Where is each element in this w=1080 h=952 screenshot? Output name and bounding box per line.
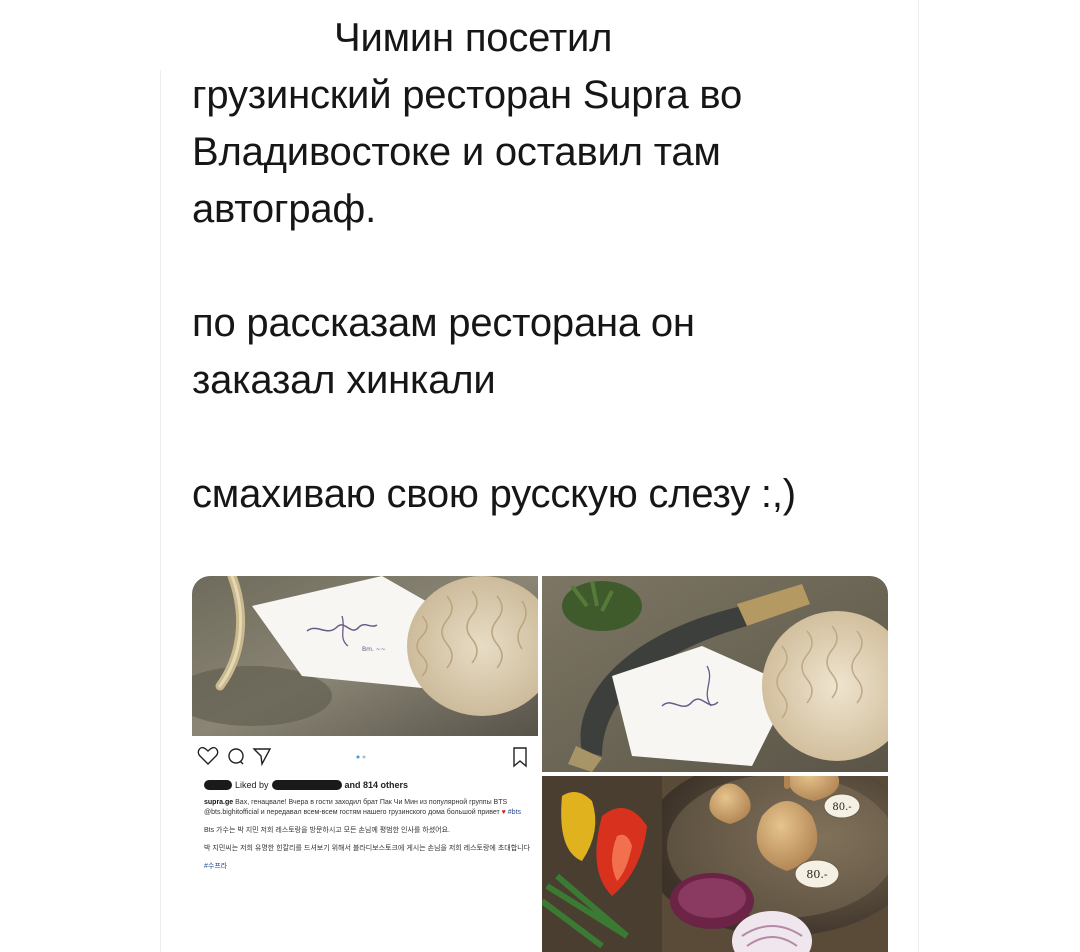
tweet-line: смахиваю свою русскую слезу :,)	[192, 472, 796, 516]
tweet-media-grid[interactable]: Bm. ~~ Liked by and 814 others supra.ge …	[192, 576, 888, 952]
instagram-caption: supra.ge Вах, генацвале! Вчера в гости з…	[204, 799, 532, 872]
tweet-line: Чимин посетил	[334, 16, 613, 60]
tweet-text: Чимин посетил грузинский ресторан Supra …	[192, 10, 892, 523]
media-tile-khinkali[interactable]: 80.- 80.-	[542, 776, 888, 952]
caption-ko-1: Bts 가수는 박 지민 저희 레스토랑을 방문하시고 모든 손님께 평범한 인…	[204, 827, 450, 834]
price-tag: 80.-	[823, 793, 861, 819]
liked-by-prefix: Liked by	[235, 780, 269, 790]
tweet-line: Владивостоке и оставил там	[192, 130, 721, 174]
tweet-line: автограф.	[192, 187, 377, 231]
caption-ru: Вах, генацвале! Вчера в гости заходил бр…	[204, 799, 508, 816]
horn-autograph-photo	[542, 576, 888, 772]
card-border-right	[918, 0, 919, 952]
svg-text:80.-: 80.-	[806, 868, 827, 881]
share-icon[interactable]	[252, 748, 272, 767]
svg-text:80.-: 80.-	[832, 802, 851, 813]
caption-ko-2: 박 지민씨는 저희 유명한 힌칼리를 드셔보기 위해서 블라디보스토크에 게시는…	[204, 845, 531, 852]
media-tile-horn-autograph[interactable]	[542, 576, 888, 772]
comment-icon[interactable]	[228, 748, 244, 765]
liked-by-suffix: and 814 others	[344, 780, 409, 790]
tweet-line: по рассказам ресторана он	[192, 301, 695, 345]
tweet-line: заказал хинкали	[192, 358, 496, 402]
bookmark-icon[interactable]	[513, 747, 527, 768]
heart-icon[interactable]	[197, 746, 219, 765]
card-border-left	[160, 70, 161, 952]
autograph-photo: Bm. ~~	[192, 576, 538, 736]
instagram-likes: Liked by and 814 others	[204, 780, 408, 790]
caption-ko-tag[interactable]: #수프라	[204, 862, 532, 872]
svg-text:Bm. ~~: Bm. ~~	[362, 646, 386, 653]
instagram-username[interactable]: supra.ge	[204, 799, 233, 806]
media-tile-instagram-screenshot[interactable]: Bm. ~~ Liked by and 814 others supra.ge …	[192, 576, 538, 952]
tweet-line: грузинский ресторан Supra во	[192, 73, 743, 117]
caption-ru-tag[interactable]: #bts	[508, 809, 521, 816]
khinkali-photo: 80.- 80.-	[542, 776, 888, 952]
instagram-action-bar	[192, 742, 538, 772]
header-blank	[0, 0, 160, 70]
carousel-dots	[356, 755, 366, 759]
price-tag: 80.-	[794, 859, 840, 889]
